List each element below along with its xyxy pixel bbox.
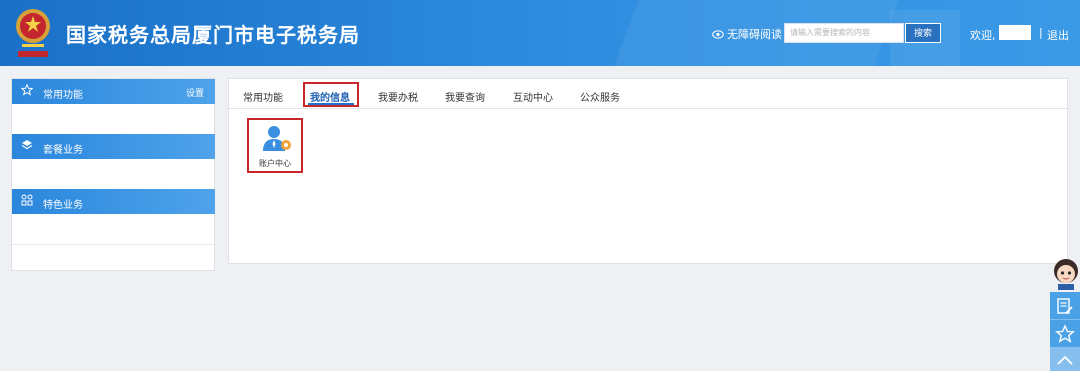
- search-input[interactable]: 请输入需要搜索的内容: [784, 23, 904, 43]
- tab-public-services[interactable]: 公众服务: [580, 89, 620, 104]
- star-outline-icon: [1055, 324, 1075, 343]
- accessibility-link[interactable]: 无障碍阅读: [712, 26, 782, 42]
- favorite-button[interactable]: [1050, 320, 1080, 348]
- eye-icon: [712, 29, 724, 39]
- sidebar-section-label: 常用功能: [43, 90, 83, 101]
- search-button[interactable]: 搜索: [905, 23, 941, 43]
- divider: [12, 244, 215, 245]
- tab-interaction-center[interactable]: 互动中心: [513, 89, 553, 104]
- sidebar-section-label: 套餐业务: [43, 145, 83, 156]
- layers-icon: [21, 139, 33, 155]
- logout-link[interactable]: 退出: [1047, 27, 1069, 43]
- active-tab-indicator: [308, 103, 354, 105]
- tab-common-functions[interactable]: 常用功能: [243, 89, 283, 104]
- sidebar: 常用功能 设置 套餐业务 特色业务: [11, 78, 215, 271]
- grid-icon: [21, 194, 33, 210]
- separator: |: [1039, 26, 1043, 39]
- site-title: 国家税务总局厦门市电子税务局: [66, 23, 360, 47]
- star-outline-icon: [20, 83, 34, 100]
- floating-toolbar: [1050, 258, 1080, 371]
- sidebar-section-special[interactable]: 特色业务: [12, 189, 215, 214]
- app-account-center[interactable]: 账户中心: [247, 118, 303, 173]
- tabs-divider: [229, 108, 1067, 109]
- feedback-button[interactable]: [1050, 292, 1080, 320]
- tax-emblem-icon: [16, 9, 50, 57]
- sidebar-section-label: 特色业务: [43, 200, 83, 211]
- accessibility-label: 无障碍阅读: [727, 28, 782, 41]
- chevron-up-icon: [1057, 355, 1073, 365]
- back-to-top-button[interactable]: [1050, 348, 1080, 371]
- sidebar-section-common[interactable]: 常用功能 设置: [12, 79, 215, 104]
- assistant-avatar-icon[interactable]: [1052, 258, 1080, 290]
- tab-tax-handling[interactable]: 我要办税: [378, 89, 418, 104]
- main-panel: 常用功能 我的信息 我要办税 我要查询 互动中心 公众服务 账户中心: [228, 78, 1068, 264]
- edit-document-icon: [1057, 298, 1073, 314]
- site-header: 国家税务总局厦门市电子税务局 无障碍阅读 请输入需要搜索的内容 搜索 欢迎, |…: [0, 0, 1080, 66]
- username-field: [999, 25, 1031, 40]
- settings-link[interactable]: 设置: [186, 86, 204, 99]
- tab-query[interactable]: 我要查询: [445, 89, 485, 104]
- welcome-text: 欢迎,: [970, 29, 996, 42]
- user-gear-icon: [263, 126, 291, 151]
- app-label: 账户中心: [259, 159, 291, 168]
- sidebar-section-package[interactable]: 套餐业务: [12, 134, 215, 159]
